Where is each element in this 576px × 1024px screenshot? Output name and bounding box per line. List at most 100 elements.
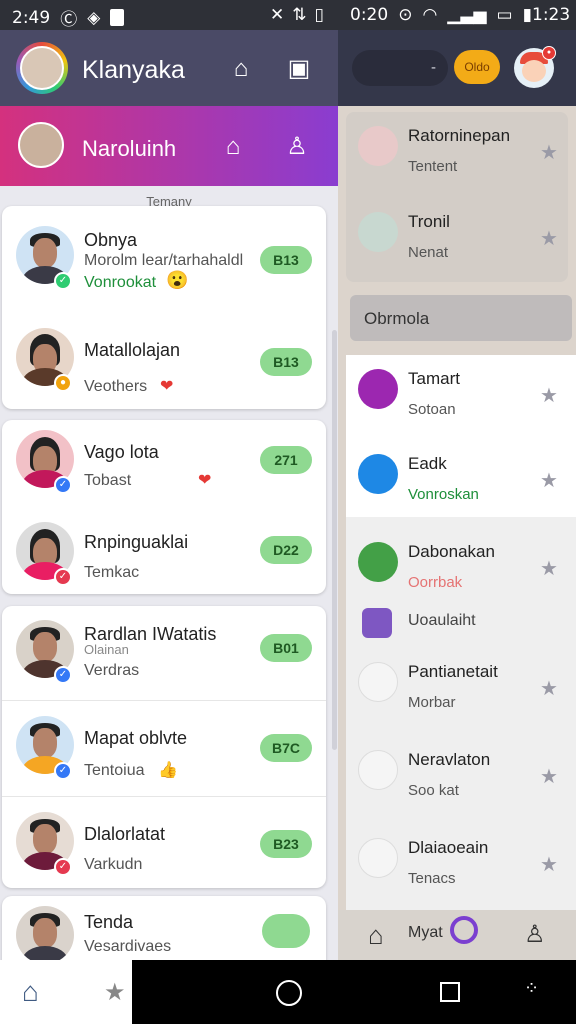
- contact-message: Vesardivaes: [84, 938, 172, 955]
- star-icon[interactable]: ★: [540, 676, 558, 701]
- app-title: Klanyaka: [82, 56, 185, 84]
- contact-row[interactable]: ✓ Mapat oblvte Tentoiua 👍 B7C: [2, 702, 326, 797]
- star-icon[interactable]: ★: [540, 383, 558, 408]
- notification-d-icon: ◈: [87, 7, 101, 28]
- item-name: Dlaiaoeain: [408, 838, 489, 857]
- alarm-icon: ⊙: [398, 5, 413, 25]
- list-item[interactable]: Pantianetait Morbar ★: [338, 648, 576, 734]
- count-badge: B7C: [260, 734, 312, 762]
- item-sub: Morbar: [408, 694, 456, 711]
- account-name: Naroluinh: [82, 136, 177, 161]
- wifi-icon: ◠: [422, 5, 438, 25]
- notification-dot: ●: [542, 46, 556, 60]
- count-badge: B13: [260, 246, 312, 274]
- account-bar[interactable]: Naroluinh ⌂ ♙: [0, 106, 338, 186]
- contact-name: Mapat oblvte: [84, 728, 188, 748]
- header-pill[interactable]: -: [352, 50, 448, 86]
- action-badge[interactable]: [262, 914, 310, 948]
- contact-message: Varkudn: [84, 856, 143, 873]
- item-sub: Sotoan: [408, 401, 456, 418]
- contact-name: Rnpinguaklai: [84, 532, 189, 552]
- item-name: Pantianetait: [408, 662, 498, 681]
- list-item[interactable]: Eadk Vonroskan ★: [338, 440, 576, 526]
- status-icon: ●: [54, 374, 72, 392]
- status-time-left: 2:49: [12, 7, 51, 28]
- item-avatar: [358, 126, 398, 166]
- item-sub: Tenacs: [408, 870, 456, 887]
- profile-avatar[interactable]: [16, 42, 68, 94]
- app-icon: [358, 542, 398, 582]
- profile-icon[interactable]: ♙: [282, 132, 312, 162]
- account-avatar: [18, 122, 64, 168]
- contact-row[interactable]: ● Matallolajan Veothers ❤ B13: [2, 308, 326, 403]
- status-icon: ✓: [54, 568, 72, 586]
- home-icon[interactable]: ⌂: [226, 54, 256, 84]
- star-icon[interactable]: ★: [540, 764, 558, 789]
- battery-icon-left: ▯: [314, 5, 324, 25]
- recents-button-icon[interactable]: [440, 982, 460, 1002]
- home-icon[interactable]: ⌂: [218, 132, 248, 162]
- item-sub: Soo kat: [408, 782, 459, 799]
- contact-message: Morolm lear/tarhahaldl: [84, 252, 244, 269]
- contact-card: ✓ Vago lota Tobast ❤ 271 ✓ Rnpinguaklai …: [2, 420, 326, 594]
- app-icon: [358, 369, 398, 409]
- contact-name: Matallolajan: [84, 340, 181, 360]
- status-icon: ✓: [54, 476, 72, 494]
- scrollbar[interactable]: [332, 330, 337, 750]
- count-badge: B13: [260, 348, 312, 376]
- edit-icon[interactable]: ▣: [284, 54, 314, 84]
- list-item[interactable]: Tronil Nenat ★: [338, 198, 576, 284]
- contact-status: Vonrookat: [84, 274, 157, 291]
- app-icon: [362, 608, 392, 638]
- star-icon[interactable]: ★: [540, 226, 558, 251]
- home-icon[interactable]: ⌂: [368, 920, 384, 951]
- contact-row[interactable]: ✓ Dlalorlatat Varkudn B23: [2, 798, 326, 888]
- notification-square-icon: [110, 9, 125, 26]
- count-badge: B23: [260, 830, 312, 858]
- nav-label[interactable]: Myat: [408, 924, 443, 942]
- star-icon[interactable]: ★: [540, 556, 558, 581]
- contact-name: Dlalorlatat: [84, 824, 166, 844]
- heart-icon: ❤: [198, 472, 212, 489]
- contact-row[interactable]: ✓ Obnya Morolm lear/tarhahaldl Vonrookat…: [2, 206, 326, 301]
- left-bottom-nav: ⌂ ★: [0, 960, 132, 1024]
- battery-icon: ▭: [496, 5, 513, 25]
- sd-icon: ▮: [522, 5, 532, 25]
- star-icon[interactable]: ★: [104, 978, 126, 1007]
- status-time-right: 0:20: [350, 5, 389, 25]
- item-name: Dabonakan: [408, 542, 495, 561]
- list-item[interactable]: Tamart Sotoan ★: [338, 355, 576, 441]
- contact-name: Vago lota: [84, 442, 159, 462]
- mascot-avatar[interactable]: ●: [514, 46, 556, 88]
- active-tab-icon[interactable]: [450, 916, 478, 944]
- assistant-dots-icon[interactable]: ⁘: [524, 978, 552, 1006]
- home-icon[interactable]: ⌂: [22, 976, 39, 1008]
- contact-card: Tenda Vesardivaes: [2, 896, 326, 960]
- yellow-pill[interactable]: Oldo: [454, 50, 500, 84]
- star-icon[interactable]: ★: [540, 140, 558, 165]
- status-icon: ✓: [54, 762, 72, 780]
- count-badge: 271: [260, 446, 312, 474]
- profile-icon[interactable]: ♙: [524, 920, 546, 949]
- header-pill-label: -: [431, 59, 436, 76]
- item-name: Tronil: [408, 212, 450, 231]
- data-icon: ⇅: [292, 5, 307, 25]
- item-avatar: [358, 662, 398, 702]
- star-icon[interactable]: ★: [540, 468, 558, 493]
- item-name: Eadk: [408, 454, 447, 473]
- contact-row[interactable]: ✓ Rardlan IWatatis Olainan Verdras B01: [2, 606, 326, 701]
- contact-row[interactable]: Tenda Vesardivaes: [2, 896, 326, 960]
- star-icon[interactable]: ★: [540, 852, 558, 877]
- list-item[interactable]: Neravlaton Soo kat ★: [338, 736, 576, 822]
- contact-row[interactable]: ✓ Rnpinguaklai Temkac D22: [2, 508, 326, 594]
- list-item[interactable]: Ratorninepan Tentent ★: [338, 112, 576, 198]
- notification-c-icon: Ⓒ: [60, 10, 78, 30]
- status-icon: ✓: [54, 666, 72, 684]
- search-field[interactable]: Obrmola: [350, 295, 572, 341]
- item-name: Tamart: [408, 369, 460, 388]
- home-button-icon[interactable]: [276, 980, 302, 1006]
- list-item[interactable]: Dlaiaoeain Tenacs ★: [338, 824, 576, 910]
- thumbs-up-icon: 👍: [158, 762, 178, 779]
- contact-row[interactable]: ✓ Vago lota Tobast ❤ 271: [2, 420, 326, 515]
- item-avatar: [358, 750, 398, 790]
